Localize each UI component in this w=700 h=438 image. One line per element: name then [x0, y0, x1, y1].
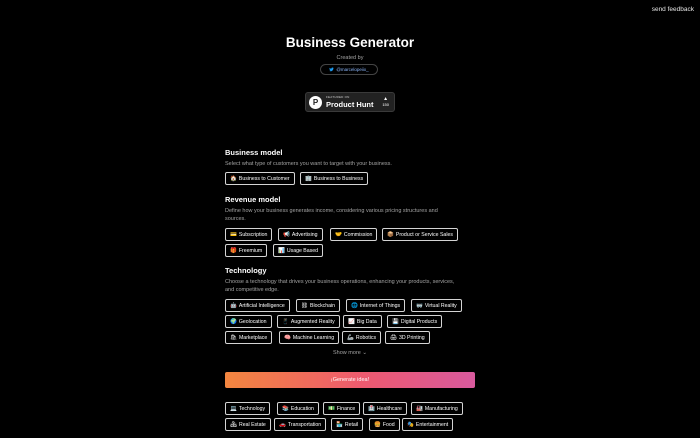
twitter-handle: @marcelopeiix_ [336, 67, 369, 72]
twitter-icon [329, 67, 335, 72]
option-machine-learning[interactable]: 🧠 Machine Learning [279, 331, 340, 344]
store-icon: 🏪 [336, 421, 343, 428]
option-virtual-reality[interactable]: 🥽 Virtual Reality [411, 299, 462, 312]
revenue-model-section: Revenue model Define how your business g… [225, 195, 475, 223]
business-model-heading: Business model [225, 148, 283, 157]
option-education[interactable]: 📚 Education [277, 402, 319, 415]
product-hunt-votes: 150 [382, 102, 389, 107]
vr-headset-icon: 🥽 [416, 302, 423, 309]
option-robotics[interactable]: 🦾 Robotics [342, 331, 382, 344]
option-entertainment[interactable]: 🎭 Entertainment [402, 418, 454, 431]
option-augmented-reality[interactable]: 📱 Augmented Reality [277, 315, 340, 328]
business-model-section: Business model Select what type of custo… [225, 148, 475, 168]
technology-description: Choose a technology that drives your bus… [225, 279, 455, 293]
option-artificial-intelligence[interactable]: 🤖 Artificial Intelligence [225, 299, 290, 312]
phone-icon: 📱 [282, 318, 289, 325]
option-usage-based[interactable]: 📊 Usage Based [273, 244, 324, 257]
option-business-to-customer[interactable]: 🏠 Business to Customer [225, 172, 295, 185]
product-hunt-logo: P [309, 95, 322, 109]
megaphone-icon: 📢 [283, 231, 290, 238]
revenue-model-description: Define how your business generates incom… [225, 208, 438, 222]
option-geolocation[interactable]: 🌍 Geolocation [225, 315, 272, 328]
option-marketplace[interactable]: 🛍 Marketplace [225, 331, 273, 344]
credit-card-icon: 💳 [230, 231, 237, 238]
gift-icon: 🎁 [230, 247, 237, 254]
product-hunt-featured: FEATURED ON [326, 95, 350, 99]
chart-icon: 📊 [278, 247, 285, 254]
option-3d-printing[interactable]: 🖨 3D Printing [385, 331, 430, 344]
option-finance[interactable]: 💵 Finance [323, 402, 361, 415]
product-hunt-name: Product Hunt [326, 100, 374, 109]
brain-icon: 🧠 [284, 334, 291, 341]
theater-masks-icon: 🎭 [407, 421, 414, 428]
created-by-label: Created by [336, 55, 364, 61]
business-model-description: Select what type of customers you want t… [225, 161, 392, 167]
option-internet-of-things[interactable]: 🌐 Internet of Things [346, 299, 406, 312]
globe-icon: 🌐 [351, 302, 358, 309]
option-real-estate[interactable]: 🏘 Real Estate [225, 418, 271, 431]
option-advertising[interactable]: 📢 Advertising [278, 228, 323, 241]
show-more-button[interactable]: Show more ⌄ [0, 350, 700, 356]
chain-icon: ⛓ [301, 302, 308, 309]
factory-icon: 🏭 [416, 405, 423, 412]
house-icon: 🏠 [230, 175, 237, 182]
twitter-link[interactable]: @marcelopeiix_ [320, 64, 378, 75]
send-feedback-link[interactable]: send feedback [652, 6, 694, 13]
technology-heading: Technology [225, 266, 267, 275]
chevron-down-icon: ⌄ [362, 350, 367, 356]
houses-icon: 🏘 [230, 421, 237, 428]
option-commission[interactable]: 🤝 Commission [330, 228, 378, 241]
robot-arm-icon: 🦾 [347, 334, 354, 341]
robot-icon: 🤖 [230, 302, 237, 309]
option-blockchain[interactable]: ⛓ Blockchain [296, 299, 341, 312]
handshake-icon: 🤝 [335, 231, 342, 238]
hospital-icon: 🏥 [368, 405, 375, 412]
option-manufacturing[interactable]: 🏭 Manufacturing [411, 402, 463, 415]
option-retail[interactable]: 🏪 Retail [331, 418, 364, 431]
option-healthcare[interactable]: 🏥 Healthcare [363, 402, 407, 415]
option-product-or-service-sales[interactable]: 📦 Product or Service Sales [382, 228, 458, 241]
option-digital-products[interactable]: 💾 Digital Products [387, 315, 443, 328]
laptop-icon: 💻 [230, 405, 237, 412]
option-transportation[interactable]: 🚗 Transportation [274, 418, 327, 431]
shopping-bag-icon: 🛍 [230, 334, 237, 341]
product-hunt-badge[interactable]: P FEATURED ON Product Hunt ▲ 150 [305, 92, 395, 112]
office-building-icon: 🏢 [305, 175, 312, 182]
books-icon: 📚 [282, 405, 289, 412]
option-technology[interactable]: 💻 Technology [225, 402, 271, 415]
package-icon: 📦 [387, 231, 394, 238]
revenue-model-heading: Revenue model [225, 195, 281, 204]
option-big-data[interactable]: 📈 Big Data [343, 315, 382, 328]
car-icon: 🚗 [279, 421, 286, 428]
trend-chart-icon: 📈 [348, 318, 355, 325]
technology-section: Technology Choose a technology that driv… [225, 266, 475, 294]
page-title: Business Generator [285, 35, 415, 50]
option-freemium[interactable]: 🎁 Freemium [225, 244, 268, 257]
option-subscription[interactable]: 💳 Subscription [225, 228, 273, 241]
money-icon: 💵 [328, 405, 335, 412]
generate-idea-button[interactable]: ¡Generate idea! [225, 372, 475, 388]
option-food[interactable]: 🍔 Food [369, 418, 400, 431]
option-business-to-business[interactable]: 🏢 Business to Business [300, 172, 369, 185]
earth-icon: 🌍 [230, 318, 237, 325]
disk-icon: 💾 [392, 318, 399, 325]
printer-icon: 🖨 [390, 334, 397, 341]
burger-icon: 🍔 [374, 421, 381, 428]
